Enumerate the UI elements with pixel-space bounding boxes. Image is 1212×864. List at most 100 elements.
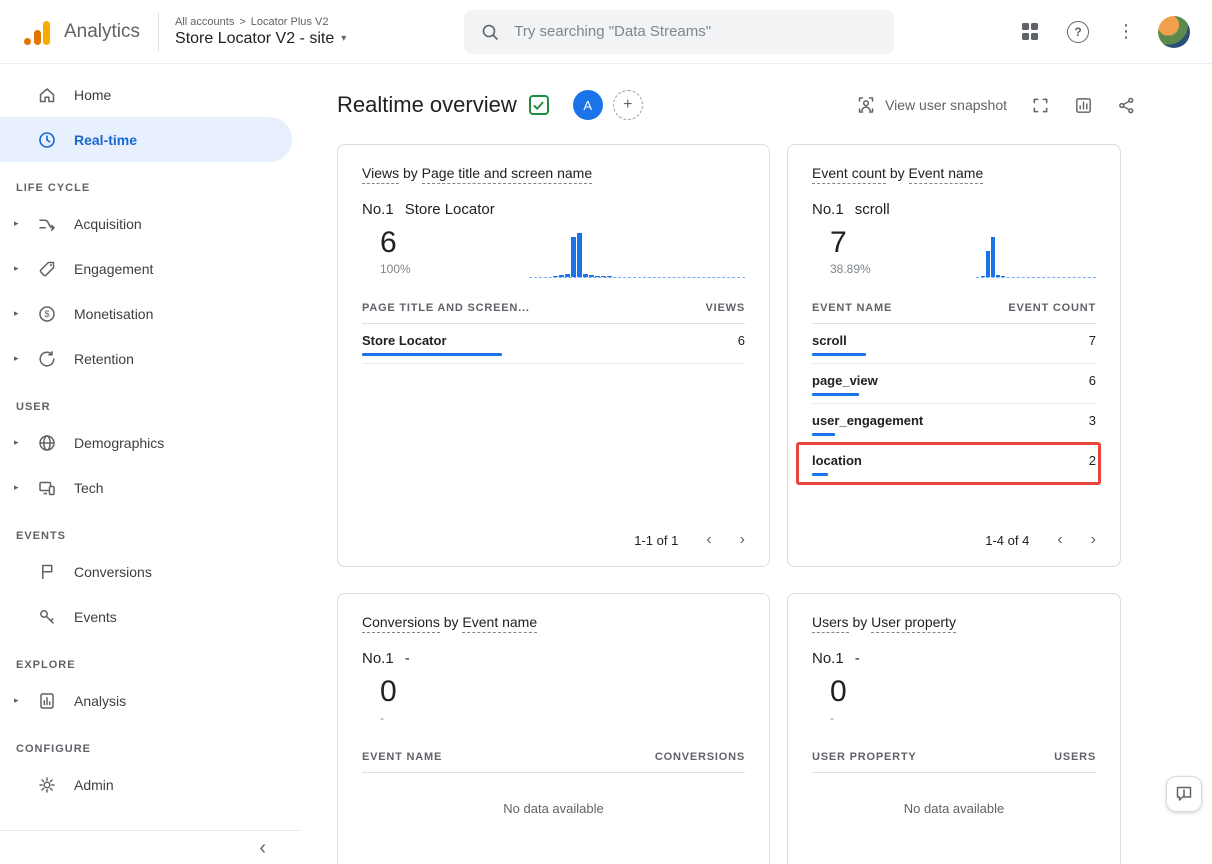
view-user-snapshot-button[interactable]: View user snapshot [856, 95, 1007, 115]
analytics-app: Analytics All accounts > Locator Plus V2… [0, 0, 1212, 864]
table-header: EVENT NAME CONVERSIONS [362, 751, 745, 773]
cards-grid: Views by Page title and screen name No.1… [337, 144, 1212, 864]
feedback-button[interactable] [1166, 776, 1202, 812]
card-users-by-user-property: Users by User property No.1 - 0 - USER P… [787, 593, 1121, 864]
demographics-globe-icon [36, 432, 58, 454]
card-title: Views by Page title and screen name [362, 165, 745, 181]
tech-devices-icon [36, 477, 58, 499]
expand-arrow-icon[interactable]: ▸ [14, 263, 36, 274]
comparison-chip[interactable]: A [573, 90, 603, 120]
metric-selector[interactable]: Event count [812, 165, 886, 184]
realtime-status-badge [529, 95, 549, 115]
monetisation-dollar-icon: $ [36, 303, 58, 325]
metric-selector[interactable]: Users [812, 614, 849, 633]
page-header: Realtime overview A + View user snapshot [337, 90, 1136, 120]
share-icon[interactable] [1117, 96, 1136, 115]
gear-icon [36, 774, 58, 796]
sidebar-item-retention[interactable]: ▸ Retention [0, 336, 300, 381]
card-title: Event count by Event name [812, 165, 1096, 181]
breadcrumb: All accounts > Locator Plus V2 [175, 16, 346, 28]
sidebar-item-engagement[interactable]: ▸ Engagement [0, 246, 300, 291]
total-percent: 100% [380, 262, 411, 276]
expand-arrow-icon[interactable]: ▸ [14, 437, 36, 448]
table-header: EVENT NAME EVENT COUNT [812, 302, 1096, 324]
expand-arrow-icon[interactable]: ▸ [14, 695, 36, 706]
help-button[interactable]: ? [1058, 12, 1098, 52]
sidebar-item-admin[interactable]: Admin [0, 762, 300, 807]
analytics-logo-icon[interactable] [24, 19, 50, 45]
next-page-icon[interactable]: › [740, 532, 745, 548]
events-icon [36, 606, 58, 628]
dimension-selector[interactable]: Event name [909, 165, 984, 184]
account-avatar-button[interactable] [1154, 12, 1194, 52]
sidebar-item-demographics[interactable]: ▸ Demographics [0, 420, 300, 465]
search-bar[interactable] [464, 10, 894, 54]
sidebar-item-tech[interactable]: ▸ Tech [0, 465, 300, 510]
no-data-message: No data available [362, 801, 745, 816]
header-actions: View user snapshot [856, 95, 1136, 115]
total-percent: 38.89% [830, 262, 871, 276]
pagination: 1-4 of 4 ‹ › [985, 532, 1096, 548]
metric-row: 0 - [362, 675, 745, 731]
expand-arrow-icon[interactable]: ▸ [14, 308, 36, 319]
prev-page-icon[interactable]: ‹ [706, 532, 711, 548]
total-value: 7 [830, 226, 871, 259]
sidebar-item-home[interactable]: Home [0, 72, 300, 117]
sidebar-item-realtime[interactable]: Real-time [0, 117, 292, 162]
main-content: Realtime overview A + View user snapshot [300, 64, 1212, 864]
card-views-by-page-title: Views by Page title and screen name No.1… [337, 144, 770, 567]
dimension-selector[interactable]: User property [871, 614, 956, 633]
account-switcher: All accounts > Locator Plus V2 Store Loc… [175, 16, 346, 48]
overflow-menu-button[interactable]: ⋮ [1106, 12, 1146, 52]
expand-arrow-icon[interactable]: ▸ [14, 353, 36, 364]
breadcrumb-separator: > [239, 16, 245, 28]
dimension-selector[interactable]: Event name [462, 614, 537, 633]
next-page-icon[interactable]: › [1091, 532, 1096, 548]
home-icon [36, 84, 58, 106]
expand-arrow-icon[interactable]: ▸ [14, 482, 36, 493]
metric-row: 0 - [812, 675, 1096, 731]
sidebar-item-conversions[interactable]: Conversions [0, 549, 300, 594]
sidebar-section-user: USER [0, 381, 300, 420]
row-value-bar [812, 473, 828, 476]
metric-selector[interactable]: Views [362, 165, 399, 184]
sidebar-item-monetisation[interactable]: ▸ $ Monetisation [0, 291, 300, 336]
apps-grid-button[interactable] [1010, 12, 1050, 52]
topbar-divider [158, 13, 159, 51]
breadcrumb-account[interactable]: All accounts [175, 16, 234, 28]
search-icon [480, 22, 500, 42]
sidebar-section-lifecycle: LIFE CYCLE [0, 162, 300, 201]
sidebar-item-events[interactable]: Events [0, 594, 300, 639]
events-sparkline-chart [976, 228, 1096, 278]
breadcrumb-property[interactable]: Locator Plus V2 [251, 16, 329, 28]
user-snapshot-icon [856, 95, 876, 115]
overflow-menu-icon: ⋮ [1117, 21, 1135, 42]
row-value-bar [812, 433, 835, 436]
top-rank: No.1 Store Locator [362, 201, 745, 218]
card-event-count-by-event-name: Event count by Event name No.1 scroll 7 … [787, 144, 1121, 567]
property-selector[interactable]: Store Locator V2 - site ▾ [175, 30, 346, 48]
total-percent: - [830, 711, 847, 725]
customize-report-icon[interactable] [1074, 96, 1093, 115]
sidebar-item-analysis[interactable]: ▸ Analysis [0, 678, 300, 723]
brand-name: Analytics [64, 21, 140, 43]
views-sparkline-chart [529, 228, 745, 278]
page-title: Realtime overview [337, 92, 517, 118]
sidebar-collapse-button[interactable]: ‹ [0, 830, 300, 864]
total-value: 6 [380, 226, 411, 259]
fullscreen-icon[interactable] [1031, 96, 1050, 115]
search-input[interactable] [512, 22, 878, 41]
prev-page-icon[interactable]: ‹ [1057, 532, 1062, 548]
flag-icon [36, 561, 58, 583]
total-percent: - [380, 711, 397, 725]
top-rank: No.1 - [362, 650, 745, 667]
add-comparison-button[interactable]: + [613, 90, 643, 120]
dimension-selector[interactable]: Page title and screen name [422, 165, 592, 184]
top-rank: No.1 scroll [812, 201, 1096, 218]
metric-selector[interactable]: Conversions [362, 614, 440, 633]
metric-row: 6 100% [362, 226, 745, 282]
row-value-bar [812, 353, 866, 356]
table-row: scroll 7 [812, 324, 1096, 364]
expand-arrow-icon[interactable]: ▸ [14, 218, 36, 229]
sidebar-item-acquisition[interactable]: ▸ Acquisition [0, 201, 300, 246]
